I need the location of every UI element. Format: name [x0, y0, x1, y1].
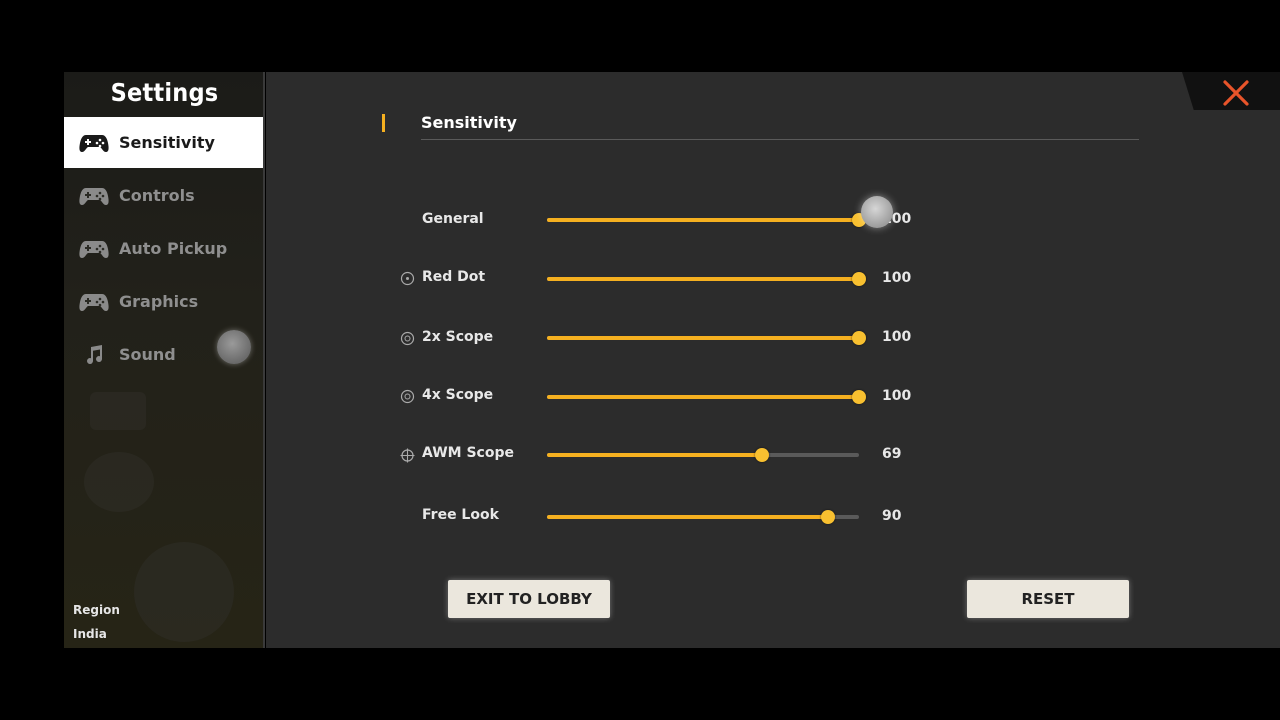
gamepad-icon — [78, 291, 109, 313]
gamepad-icon — [78, 238, 109, 260]
sidebar-item-sensitivity[interactable]: Sensitivity — [64, 117, 265, 168]
section-divider — [421, 139, 1139, 140]
slider-fill — [547, 277, 859, 281]
red-dot-slider[interactable] — [547, 272, 866, 286]
slider-knob[interactable] — [852, 390, 866, 404]
slider-fill — [547, 336, 859, 340]
section-title: Sensitivity — [421, 113, 517, 132]
settings-sidebar: Settings Sensitivity Controls Auto Picku… — [64, 72, 265, 648]
sidebar-item-label: Graphics — [119, 292, 199, 311]
awm-scope-slider[interactable] — [547, 448, 859, 462]
slider-label: 4x Scope — [422, 387, 494, 403]
background-decoration — [84, 452, 154, 512]
slider-label: AWM Scope — [422, 445, 514, 461]
touch-indicator — [217, 330, 251, 364]
close-button[interactable] — [1182, 72, 1280, 110]
slider-label: General — [422, 211, 484, 227]
slider-fill — [547, 395, 859, 399]
touch-indicator — [861, 196, 893, 228]
background-decoration — [90, 392, 146, 430]
sidebar-item-label: Auto Pickup — [119, 239, 228, 258]
general-slider[interactable] — [547, 213, 866, 227]
region-value: India — [73, 627, 107, 641]
4x-scope-slider[interactable] — [547, 390, 866, 404]
slider-fill — [547, 515, 828, 519]
2x-scope-slider[interactable] — [547, 331, 866, 345]
free-look-slider[interactable] — [547, 510, 859, 524]
sidebar-item-label: Sound — [119, 345, 176, 364]
slider-fill — [547, 453, 763, 457]
scope-icon — [400, 389, 415, 404]
slider-value: 100 — [882, 329, 912, 345]
slider-label: 2x Scope — [422, 329, 494, 345]
exit-to-lobby-button[interactable]: EXIT TO LOBBY — [448, 580, 610, 618]
red-dot-icon — [400, 271, 415, 286]
music-note-icon — [78, 344, 109, 366]
slider-knob[interactable] — [852, 272, 866, 286]
sidebar-item-controls[interactable]: Controls — [64, 170, 265, 221]
scope-icon — [400, 331, 415, 346]
sidebar-item-label: Sensitivity — [119, 133, 215, 152]
slider-knob[interactable] — [852, 331, 866, 345]
close-icon — [1223, 80, 1249, 106]
slider-value: 100 — [882, 270, 912, 286]
slider-value: 100 — [882, 388, 912, 404]
crosshair-icon — [400, 448, 415, 463]
sidebar-item-graphics[interactable]: Graphics — [64, 276, 265, 327]
gamepad-icon — [78, 132, 109, 154]
region-label: Region — [73, 603, 120, 617]
sidebar-item-auto-pickup[interactable]: Auto Pickup — [64, 223, 265, 274]
background-decoration — [134, 542, 234, 642]
reset-button[interactable]: RESET — [967, 580, 1129, 618]
slider-label: Free Look — [422, 507, 499, 523]
sidebar-title: Settings — [110, 78, 219, 107]
slider-value: 90 — [882, 508, 902, 524]
section-marker — [382, 114, 385, 132]
slider-knob[interactable] — [820, 510, 835, 524]
slider-label: Red Dot — [422, 269, 486, 285]
slider-value: 69 — [882, 446, 902, 462]
sidebar-item-label: Controls — [119, 186, 195, 205]
slider-fill — [547, 218, 859, 222]
settings-panel — [266, 72, 1280, 648]
gamepad-icon — [78, 185, 109, 207]
